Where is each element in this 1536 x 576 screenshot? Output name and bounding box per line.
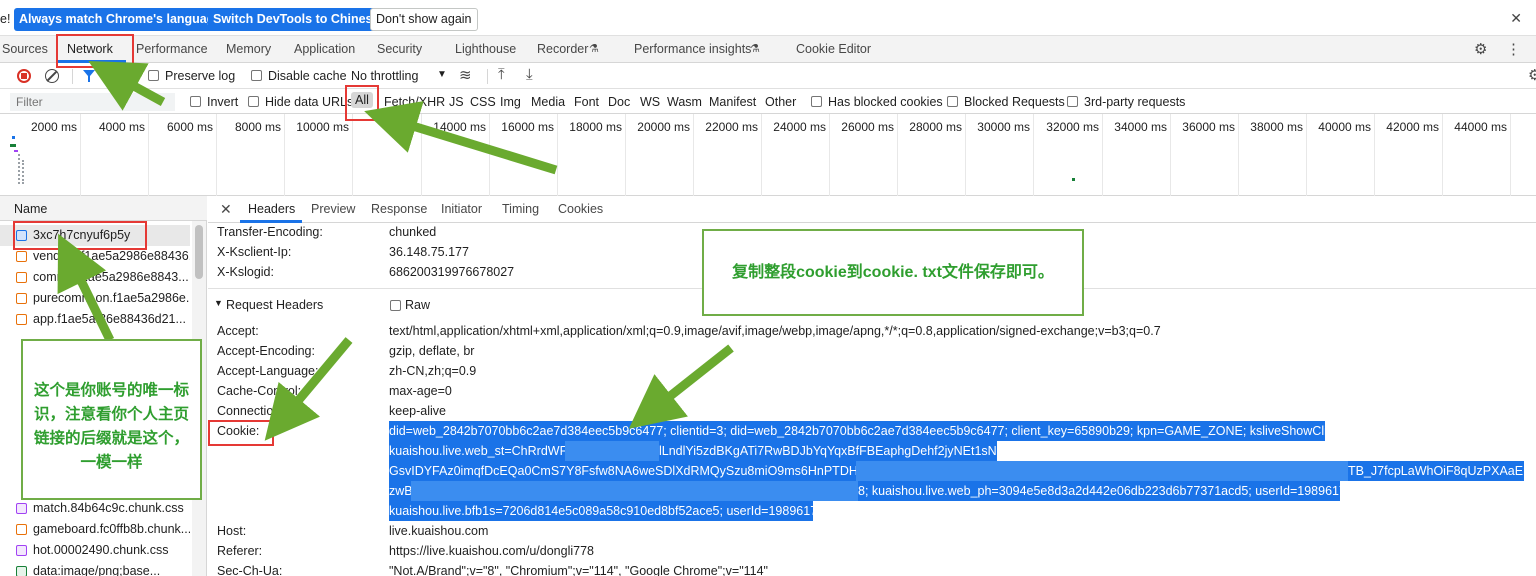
arrow-to-cookie-value — [628, 344, 734, 429]
copy-cookie-annotation: 复制整段cookie到cookie. txt文件保存即可。 — [702, 229, 1084, 316]
arrow-to-cookie-key — [264, 337, 353, 441]
arrow-to-request-name — [57, 233, 115, 342]
arrow-to-network-tab — [88, 61, 166, 111]
arrow-to-all-filter — [364, 101, 558, 175]
account-id-annotation: 这个是你账号的唯一标识，注意看你个人主页链接的后缀就是这个，一模一样 — [21, 339, 202, 500]
